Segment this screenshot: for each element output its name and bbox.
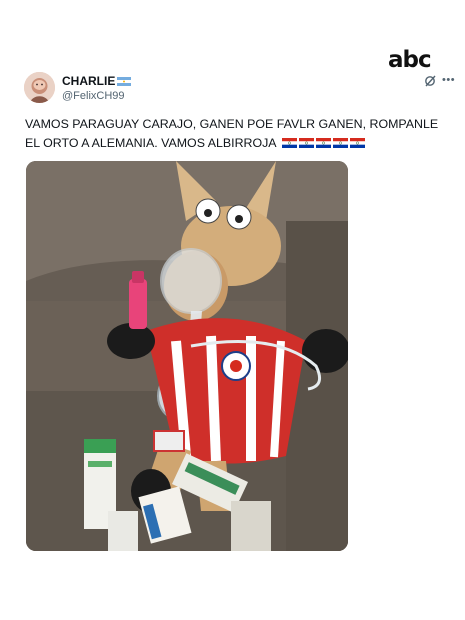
tweet-author[interactable]: CHARLIE xyxy=(62,74,132,88)
display-name: CHARLIE xyxy=(62,74,116,88)
paraguay-flag-icon xyxy=(333,138,349,148)
avatar[interactable] xyxy=(24,72,55,103)
paraguay-flag-icon xyxy=(282,138,298,148)
abc-logo: abc xyxy=(388,47,432,73)
tweet-photo[interactable] xyxy=(26,161,348,551)
paraguay-flags xyxy=(282,134,367,153)
tweet-body: VAMOS PARAGUAY CARAJO, GANEN POE FAVLR G… xyxy=(25,117,439,150)
more-options-icon[interactable]: ••• xyxy=(442,74,455,86)
argentina-flag-icon xyxy=(117,76,132,86)
paraguay-flag-icon xyxy=(299,138,315,148)
paraguay-flag-icon xyxy=(316,138,332,148)
avatar-illustration-icon xyxy=(24,72,55,103)
grok-icon[interactable] xyxy=(424,75,436,87)
paraguay-flag-icon xyxy=(350,138,366,148)
donkey-plush-photo xyxy=(26,161,348,551)
user-handle[interactable]: @FelixCH99 xyxy=(62,90,125,103)
tweet-text: VAMOS PARAGUAY CARAJO, GANEN POE FAVLR G… xyxy=(25,115,451,153)
